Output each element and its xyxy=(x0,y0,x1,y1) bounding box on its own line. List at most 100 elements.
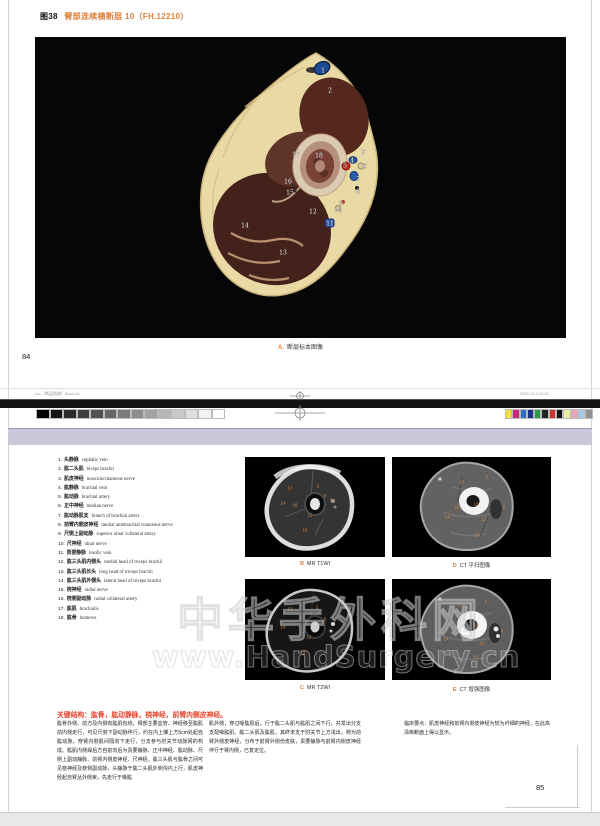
page84-bottom-edge xyxy=(0,388,600,389)
scan-bottom-margin xyxy=(0,812,600,826)
item-number: 9. xyxy=(58,532,62,537)
panel-number-label: 15 xyxy=(454,505,459,510)
structure-list-item: 1.头静脉cephalic vein xyxy=(58,456,238,465)
specimen-label-layer: 123456789101112131415161718 xyxy=(35,37,566,338)
specimen-number-label: 10 xyxy=(334,208,342,215)
grayscale-step xyxy=(185,409,199,419)
color-swatch xyxy=(578,409,585,419)
figure-title: 图38 臂部连续横断层 10（FH.12210） xyxy=(40,11,189,22)
print-note-left: xxx（断层图谱）Book 4c xyxy=(35,391,79,396)
item-chinese-name: 桡侧副动脉 xyxy=(67,597,91,602)
panel-number-label: 2 xyxy=(317,484,320,489)
color-swatch xyxy=(505,409,512,419)
specimen-number-label: 4 xyxy=(350,158,354,165)
color-swatch xyxy=(549,409,556,419)
page85-bottom-trim-mark xyxy=(505,807,580,808)
structure-list-item: 9.尺侧上副动脉superior ulnar collateral artery xyxy=(58,530,238,539)
item-number: 15. xyxy=(58,588,65,593)
panel-number-label: 17 xyxy=(287,486,292,491)
caption-d-letter: D xyxy=(453,563,457,569)
mr-t1-label-layer: 1728314161213 xyxy=(245,457,385,557)
structure-list-item: 8.前臂内侧皮神经medial antebrachial cutaneous n… xyxy=(58,521,238,530)
grayscale-step xyxy=(104,409,118,419)
clinical-points-column: 临床要点：肌皮神经和前臂内侧皮神经为较为纤细的神经，在此高清晰断面上得以显示。 xyxy=(404,720,550,738)
item-chinese-name: 肱静脉 xyxy=(64,486,79,491)
grayscale-step xyxy=(131,409,145,419)
item-chinese-name: 桡神经 xyxy=(67,588,82,593)
item-chinese-name: 肱三头肌内侧头 xyxy=(67,560,101,565)
item-chinese-name: 肱三头肌外侧头 xyxy=(67,579,101,584)
item-number: 6. xyxy=(58,504,62,509)
mr-t1-image-panel: 1728314161213 xyxy=(245,457,385,557)
item-chinese-name: 肌皮神经 xyxy=(64,477,84,482)
structure-list-item: 4.肱静脉brachial vein xyxy=(58,484,238,493)
color-swatch xyxy=(527,409,534,419)
item-number: 8. xyxy=(58,523,62,528)
item-latin-name: median nerve xyxy=(87,504,113,509)
panel-number-label: 12 xyxy=(307,513,312,518)
color-swatch xyxy=(534,409,541,419)
item-latin-name: brachial vein xyxy=(82,486,107,491)
grayscale-step xyxy=(198,409,212,419)
grayscale-step xyxy=(77,409,91,419)
specimen-number-label: 12 xyxy=(309,209,317,216)
specimen-number-label: 17 xyxy=(292,152,300,159)
color-calibration-strip xyxy=(505,409,593,419)
page-number-84: 84 xyxy=(22,352,30,361)
grayscale-step xyxy=(50,409,64,419)
ct-plain-image-panel: 17218141312815 xyxy=(392,457,551,557)
color-swatch xyxy=(512,409,519,419)
item-chinese-name: 贵要静脉 xyxy=(66,551,86,556)
specimen-number-label: 1 xyxy=(321,68,325,75)
item-number: 11. xyxy=(58,551,64,556)
grayscale-step xyxy=(36,409,50,419)
page85-header-band xyxy=(8,428,592,445)
item-chinese-name: 尺神经 xyxy=(67,542,82,547)
panel-number-label: 12 xyxy=(481,517,486,522)
specimen-number-label: 14 xyxy=(241,223,249,230)
color-swatch xyxy=(563,409,570,419)
item-number: 7. xyxy=(58,514,62,519)
item-chinese-name: 前臂内侧皮神经 xyxy=(64,523,98,528)
grayscale-step xyxy=(90,409,104,419)
ct-plain-label-layer: 17218141312815 xyxy=(392,457,551,557)
item-number: 13. xyxy=(58,570,65,575)
structure-list-item: 10.尺神经ulnar nerve xyxy=(58,540,238,549)
panel-number-label: 16 xyxy=(292,503,297,508)
panel-number-label: 17 xyxy=(459,480,464,485)
item-latin-name: long head of triceps brachii xyxy=(99,570,153,575)
item-number: 14. xyxy=(58,579,65,584)
specimen-number-label: 15 xyxy=(286,190,294,197)
item-latin-name: cephalic vein xyxy=(82,458,108,463)
grayscale-step xyxy=(117,409,131,419)
caption-a-letter: A. xyxy=(278,345,284,351)
panel-number-label: 2 xyxy=(486,475,489,480)
panel-number-label: 18 xyxy=(473,502,478,507)
specimen-number-label: 8 xyxy=(356,189,360,196)
specimen-number-label: 18 xyxy=(315,153,323,160)
panel-number-label: 8 xyxy=(324,494,327,499)
item-latin-name: brachial artery xyxy=(82,495,110,500)
panel-number-label: 3 xyxy=(330,498,333,503)
structure-list-item: 13.肱三头肌长头long head of triceps brachii xyxy=(58,568,238,577)
item-chinese-name: 肱肌 xyxy=(67,607,77,612)
item-latin-name: brachialis xyxy=(80,607,99,612)
item-chinese-name: 肱动脉肌支 xyxy=(64,514,88,519)
item-chinese-name: 肱骨 xyxy=(67,616,77,621)
item-latin-name: lateral head of triceps brachii xyxy=(104,579,161,584)
caption-e: ECT 增强图像 xyxy=(392,685,551,693)
body-text-column-2: 肌外侧，穿过喙肱肌后，行于肱二头肌与肱肌之间下行，并发出分支支配喙肱肌、肱二头肌… xyxy=(209,720,361,756)
item-number: 1. xyxy=(58,458,62,463)
panel-number-label: 14 xyxy=(280,501,285,506)
item-latin-name: branch of brachial artery xyxy=(92,514,140,519)
specimen-number-label: 13 xyxy=(279,250,287,257)
color-swatch xyxy=(585,409,592,419)
caption-d: DCT 平扫图像 xyxy=(392,561,551,569)
caption-a-text: 断层标本图像 xyxy=(287,345,323,351)
panel-number-label: 14 xyxy=(444,515,449,520)
item-number: 17. xyxy=(58,607,65,612)
print-note-right: 2009.12.4 15:01 xyxy=(520,391,549,396)
caption-c-letter: C xyxy=(300,685,304,691)
grayscale-step xyxy=(144,409,158,419)
item-number: 2. xyxy=(58,467,62,472)
